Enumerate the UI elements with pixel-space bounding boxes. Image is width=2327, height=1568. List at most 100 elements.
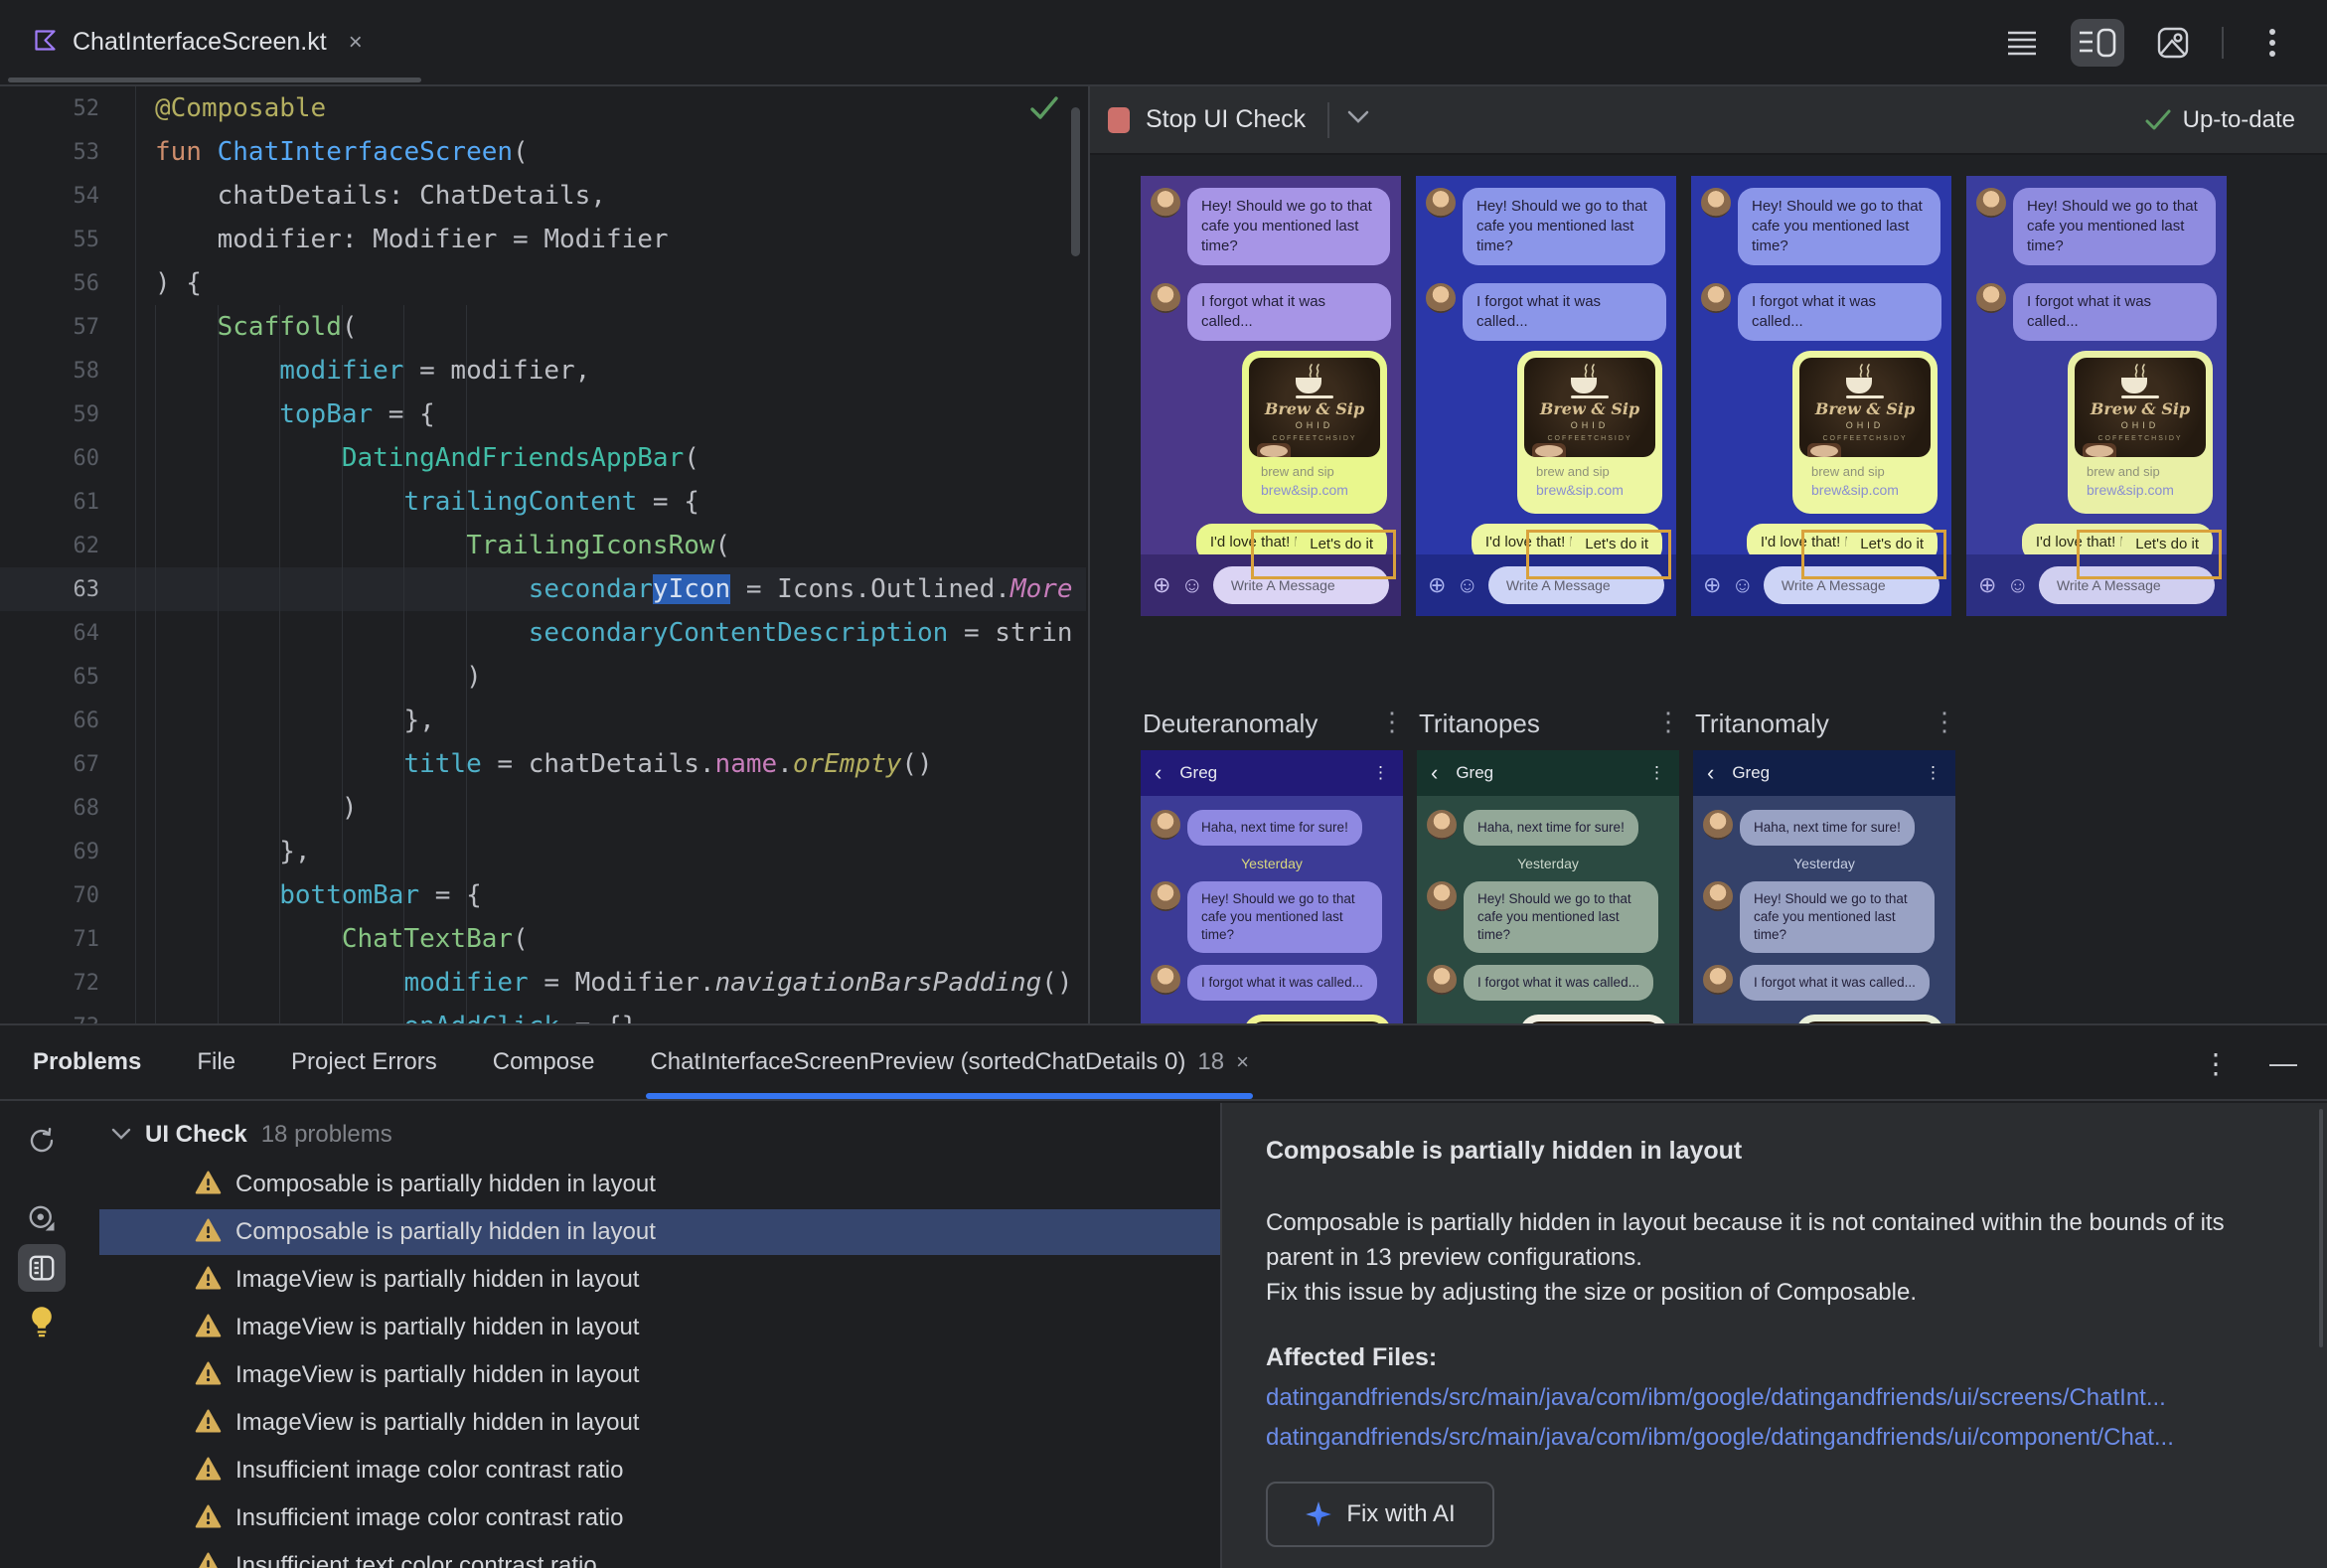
tab-project-errors[interactable]: Project Errors <box>263 1025 465 1099</box>
latte-cup <box>1807 443 1841 457</box>
emoji-icon[interactable]: ☺ <box>1180 572 1202 598</box>
add-icon[interactable]: ⊕ <box>1153 572 1170 598</box>
code-line-52[interactable]: 52@Composable <box>0 86 1086 130</box>
link-preview-card: Brew & SipOHIDCOFFEETCHSIDY <box>1796 1015 1943 1023</box>
emoji-icon[interactable]: ☺ <box>2006 572 2028 598</box>
lightbulb-icon[interactable] <box>18 1298 66 1345</box>
preview-phone-row1-4[interactable]: Hey! Should we go to that cafe you menti… <box>1966 176 2227 616</box>
chat-menu-icon[interactable]: ⋮ <box>1925 763 1941 783</box>
card-site-url[interactable]: brew&sip.com <box>1261 482 1368 498</box>
code-view-icon[interactable] <box>1995 19 2049 67</box>
chevron-down-icon[interactable] <box>1347 110 1369 129</box>
code-line-71[interactable]: 71 ChatTextBar( <box>0 917 1086 961</box>
inspections-ok-icon[interactable] <box>1029 95 1059 126</box>
back-icon[interactable]: ‹ <box>1707 760 1714 786</box>
preview-phone-row1-2[interactable]: Hey! Should we go to that cafe you menti… <box>1416 176 1676 616</box>
card-site-url[interactable]: brew&sip.com <box>1536 482 1643 498</box>
split-view-icon[interactable] <box>2071 19 2124 67</box>
add-icon[interactable]: ⊕ <box>1428 572 1446 598</box>
code-line-57[interactable]: 57 Scaffold( <box>0 305 1086 349</box>
code-line-73[interactable]: 73 onAddClick = {} <box>0 1005 1086 1023</box>
code-line-70[interactable]: 70 bottomBar = { <box>0 873 1086 917</box>
problem-item[interactable]: Insufficient text color contrast ratio <box>66 1542 1220 1568</box>
back-icon[interactable]: ‹ <box>1155 760 1162 786</box>
card-site-name: brew and sip <box>1536 464 1643 479</box>
preview-inspect-icon[interactable] <box>18 1194 66 1242</box>
chat-menu-icon[interactable]: ⋮ <box>1372 763 1389 783</box>
code-editor[interactable]: 52@Composable53fun ChatInterfaceScreen(5… <box>0 86 1086 1023</box>
affected-file-link[interactable]: datingandfriends/src/main/java/com/ibm/g… <box>1266 1424 2287 1452</box>
code-line-58[interactable]: 58 modifier = modifier, <box>0 349 1086 392</box>
code-line-54[interactable]: 54 chatDetails: ChatDetails, <box>0 174 1086 218</box>
add-icon[interactable]: ⊕ <box>1703 572 1721 598</box>
problem-item[interactable]: Composable is partially hidden in layout <box>66 1208 1220 1256</box>
design-view-icon[interactable] <box>2146 19 2200 67</box>
code-line-55[interactable]: 55 modifier: Modifier = Modifier <box>0 218 1086 261</box>
refresh-icon[interactable] <box>18 1117 66 1165</box>
problem-item[interactable]: Composable is partially hidden in layout <box>66 1161 1220 1208</box>
preview-phone-row1-3[interactable]: Hey! Should we go to that cafe you menti… <box>1691 176 1951 616</box>
code-line-69[interactable]: 69 }, <box>0 830 1086 873</box>
add-icon[interactable]: ⊕ <box>1978 572 1996 598</box>
tab-chatinterfacescreenpreview-sortedchatdetails-0[interactable]: ChatInterfaceScreenPreview (sortedChatDe… <box>622 1025 1276 1099</box>
code-line-59[interactable]: 59 topBar = { <box>0 392 1086 436</box>
tab-file[interactable]: File <box>169 1025 263 1099</box>
card-arc-text: COFFEETCHSIDY <box>1799 435 1931 442</box>
line-number: 62 <box>0 534 99 558</box>
back-icon[interactable]: ‹ <box>1431 760 1438 786</box>
problem-item[interactable]: ImageView is partially hidden in layout <box>66 1256 1220 1304</box>
problem-item[interactable]: ImageView is partially hidden in layout <box>66 1304 1220 1351</box>
problem-item[interactable]: Insufficient image color contrast ratio <box>66 1447 1220 1494</box>
incoming-message: I forgot what it was called... <box>1691 283 1951 341</box>
preview-phone-tritanomaly[interactable]: ‹Greg⋮Haha, next time for sure!Yesterday… <box>1693 750 1955 1023</box>
preview-phone-row1-1[interactable]: Hey! Should we go to that cafe you menti… <box>1141 176 1401 616</box>
file-tab[interactable]: ChatInterfaceScreen.kt × <box>8 0 421 84</box>
code-line-53[interactable]: 53fun ChatInterfaceScreen( <box>0 130 1086 174</box>
preview-menu-icon[interactable]: ⋮ <box>1655 706 1681 737</box>
code-line-61[interactable]: 61 trailingContent = { <box>0 480 1086 524</box>
close-tab-icon[interactable]: × <box>349 29 363 57</box>
more-options-icon[interactable]: ⋮ <box>2202 1047 2230 1080</box>
simulation-label: Tritanomaly <box>1695 708 1829 739</box>
card-site-url[interactable]: brew&sip.com <box>1811 482 1919 498</box>
card-site-url[interactable]: brew&sip.com <box>2087 482 2194 498</box>
indent-guide <box>279 305 280 1023</box>
code-line-67[interactable]: 67 title = chatDetails.name.orEmpty() <box>0 742 1086 786</box>
emoji-icon[interactable]: ☺ <box>1456 572 1477 598</box>
code-line-72[interactable]: 72 modifier = Modifier.navigationBarsPad… <box>0 961 1086 1005</box>
warning-icon <box>195 1171 222 1199</box>
code-line-65[interactable]: 65 ) <box>0 655 1086 699</box>
code-line-63[interactable]: 63 secondaryIcon = Icons.Outlined.More <box>0 567 1086 611</box>
link-preview-card: Brew & SipOHIDCOFFEETCHSIDYbrew and sipb… <box>1517 351 1662 514</box>
problems-group-header[interactable]: UI Check 18 problems <box>111 1113 1220 1157</box>
editor-scrollbar[interactable] <box>1071 107 1080 256</box>
preview-phone-deuteranomaly[interactable]: ‹Greg⋮Haha, next time for sure!Yesterday… <box>1141 750 1403 1023</box>
tab-problems[interactable]: Problems <box>0 1025 169 1099</box>
stop-ui-check-button[interactable]: Stop UI Check <box>1108 105 1306 134</box>
close-tab-icon[interactable]: × <box>1236 1049 1249 1075</box>
link-preview-card: Brew & SipOHIDCOFFEETCHSIDYbrew and sipb… <box>1792 351 1938 514</box>
chat-menu-icon[interactable]: ⋮ <box>1648 763 1665 783</box>
tab-compose[interactable]: Compose <box>465 1025 623 1099</box>
affected-file-link[interactable]: datingandfriends/src/main/java/com/ibm/g… <box>1266 1384 2287 1412</box>
problem-item[interactable]: Insufficient image color contrast ratio <box>66 1494 1220 1542</box>
code-line-64[interactable]: 64 secondaryContentDescription = strin <box>0 611 1086 655</box>
preview-menu-icon[interactable]: ⋮ <box>1932 706 1957 737</box>
problem-item[interactable]: ImageView is partially hidden in layout <box>66 1399 1220 1447</box>
emoji-icon[interactable]: ☺ <box>1731 572 1753 598</box>
code-line-60[interactable]: 60 DatingAndFriendsAppBar( <box>0 436 1086 480</box>
code-line-62[interactable]: 62 TrailingIconsRow( <box>0 524 1086 567</box>
details-pane-icon[interactable] <box>18 1244 66 1292</box>
detail-scrollbar[interactable] <box>2319 1109 2323 1347</box>
incoming-message: Hey! Should we go to that cafe you menti… <box>1966 188 2227 265</box>
code-line-68[interactable]: 68 ) <box>0 786 1086 830</box>
more-options-icon[interactable] <box>2246 19 2299 67</box>
code-line-66[interactable]: 66 }, <box>0 699 1086 742</box>
preview-phone-tritanopes[interactable]: ‹Greg⋮Haha, next time for sure!Yesterday… <box>1417 750 1679 1023</box>
fix-with-ai-button[interactable]: Fix with AI <box>1266 1482 1494 1547</box>
preview-menu-icon[interactable]: ⋮ <box>1379 706 1405 737</box>
minimize-icon[interactable]: — <box>2269 1047 2297 1079</box>
preview-canvas[interactable]: Hey! Should we go to that cafe you menti… <box>1090 155 2327 1023</box>
problem-item[interactable]: ImageView is partially hidden in layout <box>66 1351 1220 1399</box>
code-line-56[interactable]: 56) { <box>0 261 1086 305</box>
